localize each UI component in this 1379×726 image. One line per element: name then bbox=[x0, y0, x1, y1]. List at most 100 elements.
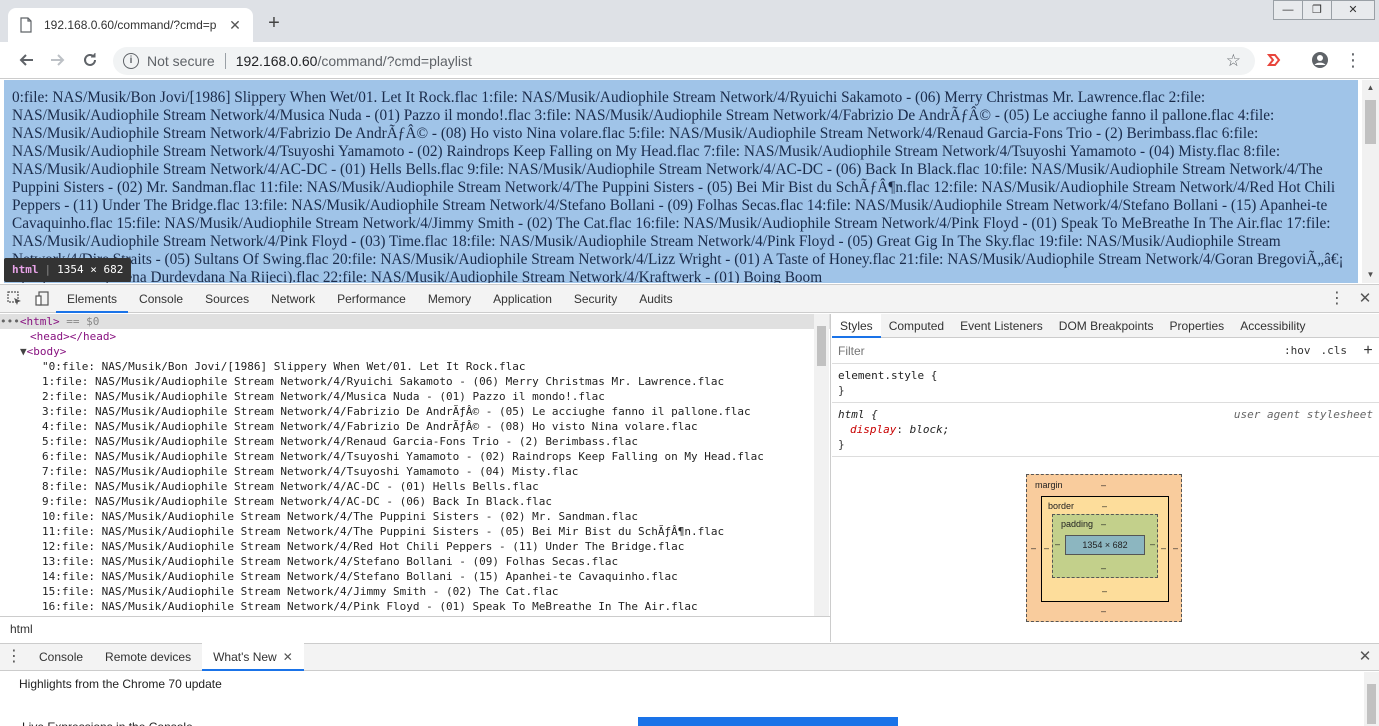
hov-toggle[interactable]: :hov bbox=[1284, 344, 1311, 357]
dom-text-line[interactable]: 15:file: NAS/Musik/Audiophile Stream Net… bbox=[0, 584, 830, 599]
drawer-tab-console[interactable]: Console bbox=[28, 643, 94, 671]
tab-dom-breakpoints[interactable]: DOM Breakpoints bbox=[1051, 314, 1162, 338]
margin-right-value: – bbox=[1173, 543, 1179, 553]
tab-properties[interactable]: Properties bbox=[1161, 314, 1232, 338]
box-model-content[interactable]: 1354 × 682 bbox=[1065, 535, 1145, 555]
dom-node-html[interactable]: •••<html> == $0 bbox=[0, 314, 830, 329]
tooltip-tag: html bbox=[12, 263, 39, 276]
browser-tab[interactable]: 192.168.0.60/command/?cmd=p ✕ bbox=[8, 8, 253, 42]
padding-top-value: – bbox=[1101, 519, 1107, 529]
tab-performance[interactable]: Performance bbox=[326, 285, 417, 313]
tab-close-icon[interactable]: ✕ bbox=[227, 17, 243, 34]
drawer-tab-remote-devices[interactable]: Remote devices bbox=[94, 643, 202, 671]
box-model-border[interactable]: border – – – – padding – – – – 1354 × 68… bbox=[1041, 496, 1169, 602]
extension-icon[interactable] bbox=[1262, 48, 1286, 72]
box-model-padding[interactable]: padding – – – – 1354 × 682 bbox=[1052, 514, 1158, 578]
tab-elements[interactable]: Elements bbox=[56, 285, 129, 313]
drawer-scroll-thumb[interactable] bbox=[1367, 684, 1376, 724]
dom-text-line[interactable]: 12:file: NAS/Musik/Audiophile Stream Net… bbox=[0, 539, 830, 554]
dom-text-line[interactable]: 13:file: NAS/Musik/Audiophile Stream Net… bbox=[0, 554, 830, 569]
dom-node-head[interactable]: <head></head> bbox=[0, 329, 830, 344]
dom-node-body[interactable]: ▼<body> bbox=[0, 344, 830, 359]
window-controls: — ❐ ✕ bbox=[1273, 0, 1375, 20]
drawer-close-icon[interactable]: ✕ bbox=[1351, 643, 1379, 671]
element-style-close: } bbox=[838, 384, 845, 397]
dom-text-line[interactable]: 4:file: NAS/Musik/Audiophile Stream Netw… bbox=[0, 419, 830, 434]
dom-text-line[interactable]: 16:file: NAS/Musik/Audiophile Stream Net… bbox=[0, 599, 830, 614]
devtools-close-icon[interactable]: ✕ bbox=[1351, 285, 1379, 313]
scroll-up-icon[interactable]: ▲ bbox=[1362, 80, 1379, 96]
minimize-button[interactable]: — bbox=[1273, 0, 1303, 20]
whats-new-banner bbox=[638, 717, 898, 726]
html-rule-close: } bbox=[838, 438, 845, 451]
new-tab-button[interactable]: + bbox=[262, 12, 286, 36]
dom-scrollbar[interactable] bbox=[814, 314, 829, 616]
dom-text-line[interactable]: 1:file: NAS/Musik/Audiophile Stream Netw… bbox=[0, 374, 830, 389]
dom-text-line[interactable]: 14:file: NAS/Musik/Audiophile Stream Net… bbox=[0, 569, 830, 584]
dom-text-line[interactable]: 8:file: NAS/Musik/Audiophile Stream Netw… bbox=[0, 479, 830, 494]
dom-text-line[interactable]: 6:file: NAS/Musik/Audiophile Stream Netw… bbox=[0, 449, 830, 464]
tab-sources[interactable]: Sources bbox=[194, 285, 260, 313]
tab-event-listeners[interactable]: Event Listeners bbox=[952, 314, 1051, 338]
dom-text-line[interactable]: 11:file: NAS/Musik/Audiophile Stream Net… bbox=[0, 524, 830, 539]
html-ua-rule[interactable]: html { user agent stylesheet display: bl… bbox=[832, 403, 1379, 457]
dom-text-line[interactable]: 7:file: NAS/Musik/Audiophile Stream Netw… bbox=[0, 464, 830, 479]
forward-button[interactable] bbox=[46, 48, 70, 72]
dom-text-line[interactable]: 2:file: NAS/Musik/Audiophile Stream Netw… bbox=[0, 389, 830, 404]
new-rule-button[interactable]: + bbox=[1357, 342, 1379, 360]
dom-text-line[interactable]: "0:file: NAS/Musik/Bon Jovi/[1986] Slipp… bbox=[0, 359, 830, 374]
tooltip-size: 1354 × 682 bbox=[57, 263, 124, 276]
tab-console[interactable]: Console bbox=[128, 285, 194, 313]
tab-memory[interactable]: Memory bbox=[417, 285, 482, 313]
breadcrumb[interactable]: html bbox=[0, 616, 831, 642]
address-bar[interactable]: i Not secure 192.168.0.60/command/?cmd=p… bbox=[113, 47, 1255, 75]
margin-top-value: – bbox=[1101, 480, 1107, 490]
whats-new-headline: Highlights from the Chrome 70 update bbox=[19, 677, 222, 691]
dom-text-line[interactable]: 5:file: NAS/Musik/Audiophile Stream Netw… bbox=[0, 434, 830, 449]
back-button[interactable] bbox=[14, 48, 38, 72]
close-window-button[interactable]: ✕ bbox=[1331, 0, 1375, 20]
drawer-menu-icon[interactable]: ⋮ bbox=[0, 643, 28, 671]
dom-text-line[interactable]: 9:file: NAS/Musik/Audiophile Stream Netw… bbox=[0, 494, 830, 509]
drawer-tab-whats-new[interactable]: What's New ✕ bbox=[202, 643, 304, 671]
drawer-tabbar: ⋮ Console Remote devices What's New ✕ ✕ bbox=[0, 643, 1379, 671]
tab-application[interactable]: Application bbox=[482, 285, 563, 313]
dom-text-line[interactable]: 3:file: NAS/Musik/Audiophile Stream Netw… bbox=[0, 404, 830, 419]
omnibox-separator bbox=[224, 53, 226, 69]
reload-button[interactable] bbox=[78, 48, 102, 72]
tab-network[interactable]: Network bbox=[260, 285, 326, 313]
elements-dom-tree[interactable]: •••<html> == $0 <head></head> ▼<body> "0… bbox=[0, 314, 831, 616]
margin-bottom-value: – bbox=[1101, 606, 1107, 616]
bookmark-star-icon[interactable]: ☆ bbox=[1226, 51, 1241, 71]
tab-security[interactable]: Security bbox=[563, 285, 628, 313]
display-declaration[interactable]: display: block; bbox=[838, 422, 1373, 437]
tab-styles[interactable]: Styles bbox=[832, 313, 881, 338]
tab-computed[interactable]: Computed bbox=[881, 314, 952, 338]
styles-tabbar: Styles Computed Event Listeners DOM Brea… bbox=[832, 313, 1379, 338]
device-toolbar-icon[interactable] bbox=[28, 285, 56, 313]
scroll-down-icon[interactable]: ▼ bbox=[1362, 267, 1379, 283]
border-left-value: – bbox=[1044, 543, 1050, 553]
inspect-tooltip: html | 1354 × 682 bbox=[4, 258, 132, 282]
profile-avatar-icon[interactable] bbox=[1308, 48, 1332, 72]
styles-filter-input[interactable] bbox=[838, 340, 1284, 361]
element-style-rule[interactable]: element.style { } bbox=[832, 364, 1379, 403]
inspect-element-icon[interactable] bbox=[0, 285, 28, 313]
menu-kebab-icon[interactable]: ⋮ bbox=[1341, 48, 1365, 72]
tab-accessibility[interactable]: Accessibility bbox=[1232, 314, 1313, 338]
dom-scroll-thumb[interactable] bbox=[817, 326, 826, 366]
tab-audits[interactable]: Audits bbox=[628, 285, 683, 313]
cls-toggle[interactable]: .cls bbox=[1321, 344, 1348, 357]
box-model-margin[interactable]: margin – – – – border – – – – padding – … bbox=[1026, 474, 1182, 622]
maximize-button[interactable]: ❐ bbox=[1302, 0, 1332, 20]
page-scrollbar[interactable]: ▲ ▼ bbox=[1362, 80, 1379, 283]
html-open-tag: <html> bbox=[19, 315, 60, 328]
info-icon[interactable]: i bbox=[123, 53, 139, 69]
devtools-actions: ⋮ ✕ bbox=[1323, 285, 1379, 313]
devtools-menu-icon[interactable]: ⋮ bbox=[1323, 285, 1351, 313]
page-scroll-thumb[interactable] bbox=[1365, 100, 1376, 144]
drawer-scrollbar[interactable] bbox=[1364, 672, 1379, 726]
padding-bottom-value: – bbox=[1101, 563, 1107, 573]
dom-text-line[interactable]: 10:file: NAS/Musik/Audiophile Stream Net… bbox=[0, 509, 830, 524]
close-tab-icon[interactable]: ✕ bbox=[283, 650, 293, 664]
